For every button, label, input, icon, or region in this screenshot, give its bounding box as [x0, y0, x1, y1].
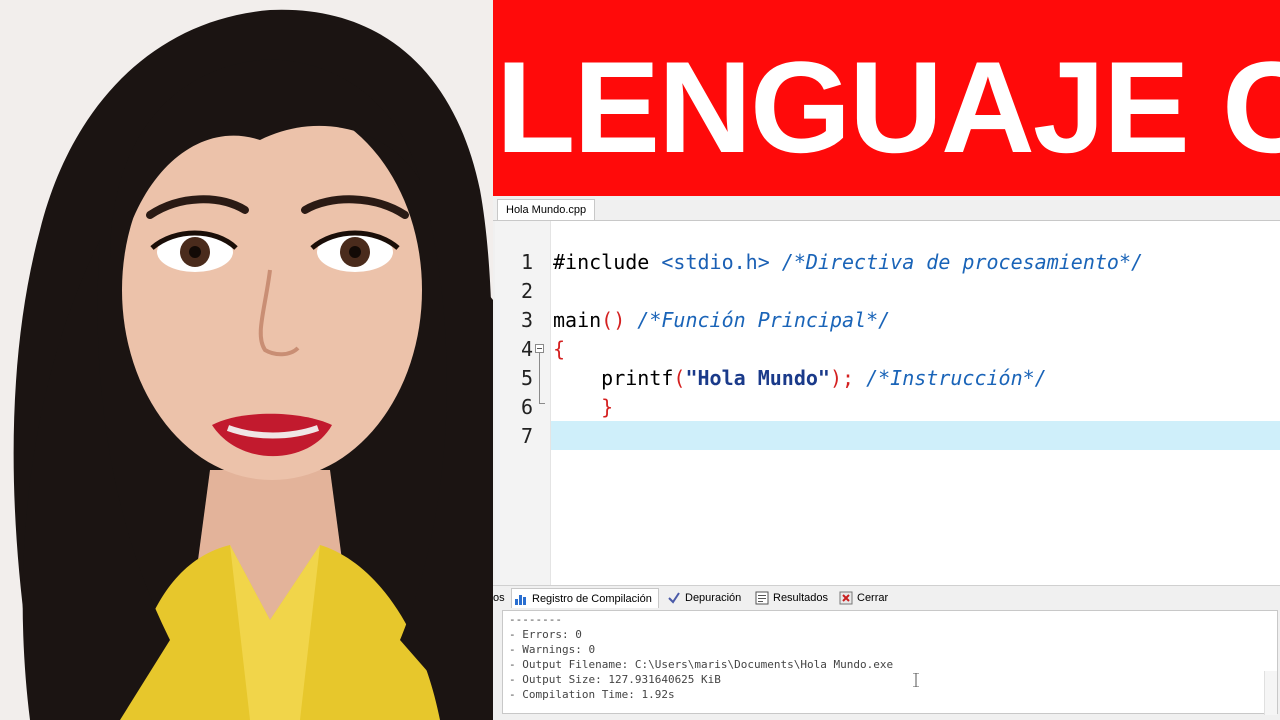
- line-number: 7: [520, 424, 533, 448]
- code-editor[interactable]: 1 2 3 4 5 6 7 #include <stdio.h> /*Direc…: [495, 221, 1280, 599]
- main-function: main: [553, 308, 602, 332]
- parentheses: (): [601, 308, 626, 332]
- log-scrollbar[interactable]: [1264, 671, 1277, 715]
- line-number: 1: [520, 250, 533, 274]
- close-paren-semicolon: );: [829, 366, 855, 390]
- text-cursor-icon: [913, 672, 919, 688]
- thumbnail-title: LENGUAJE C: [496, 34, 1280, 180]
- bar-chart-icon: [514, 592, 528, 606]
- bottom-panel-tab-bar: os Registro de Compilación Depuración Re…: [493, 585, 1280, 608]
- editor-tab-bar: Hola Mundo.cpp: [493, 196, 1280, 221]
- log-line: - Errors: 0: [509, 628, 582, 641]
- code-line-4[interactable]: {: [553, 335, 565, 364]
- comment: /*Instrucción*/: [854, 366, 1047, 390]
- line-number: 2: [520, 279, 533, 303]
- line-number: 3: [520, 308, 533, 332]
- log-line: - Output Filename: C:\Users\maris\Docume…: [509, 658, 894, 671]
- printf-call: printf: [601, 366, 674, 390]
- include-directive: #include: [553, 250, 662, 274]
- fold-end-marker: [539, 403, 545, 404]
- compile-log-output[interactable]: -------- - Errors: 0 - Warnings: 0 - Out…: [502, 610, 1278, 715]
- tab-label: Depuración: [685, 592, 742, 604]
- code-line-5[interactable]: printf("Hola Mundo"); /*Instrucción*/: [553, 364, 1047, 393]
- presenter-photo: [0, 0, 493, 720]
- line-number: 4: [520, 337, 533, 361]
- results-icon: [755, 591, 769, 605]
- tab-cut-off[interactable]: os: [479, 588, 505, 608]
- comment: /*Función Principal*/: [625, 308, 891, 332]
- tab-results[interactable]: Resultados: [753, 588, 828, 608]
- log-line: - Compilation Time: 1.92s: [509, 688, 675, 701]
- line-number-gutter: 1 2 3 4 5 6 7: [495, 221, 551, 599]
- log-line: - Warnings: 0: [509, 643, 596, 656]
- current-line-highlight: [551, 421, 1280, 450]
- presenter-illustration: [0, 0, 493, 720]
- log-line: - Output Size: 127.931640625 KiB: [509, 673, 721, 686]
- ide-window: Hola Mundo.cpp 1 2 3 4 5 6 7 #include <s…: [493, 196, 1280, 720]
- open-brace: {: [553, 337, 566, 361]
- code-line-1[interactable]: #include <stdio.h> /*Directiva de proces…: [553, 248, 1143, 277]
- fold-collapse-icon[interactable]: [535, 344, 544, 353]
- string-literal: "Hola Mundo": [685, 366, 830, 390]
- tab-close[interactable]: Cerrar: [837, 588, 888, 608]
- code-line-3[interactable]: main() /*Función Principal*/: [553, 306, 890, 335]
- close-icon: [839, 591, 853, 605]
- tab-compile-log[interactable]: Registro de Compilación: [511, 588, 659, 608]
- code-line-6[interactable]: }: [553, 393, 613, 422]
- comment: /*Directiva de procesamiento*/: [769, 250, 1144, 274]
- line-number: 5: [520, 366, 533, 390]
- check-icon: [667, 591, 681, 605]
- tab-debug[interactable]: Depuración: [665, 588, 741, 608]
- tab-label: Resultados: [773, 592, 829, 604]
- line-number: 6: [520, 395, 533, 419]
- open-paren: (: [673, 366, 686, 390]
- file-tab-hola-mundo[interactable]: Hola Mundo.cpp: [497, 199, 596, 220]
- fold-guide-line: [539, 353, 540, 403]
- tab-label: Registro de Compilación: [532, 593, 652, 605]
- close-brace: }: [601, 395, 614, 419]
- header-name: <stdio.h>: [661, 250, 770, 274]
- tab-label: Cerrar: [857, 592, 889, 604]
- log-line: --------: [509, 613, 562, 626]
